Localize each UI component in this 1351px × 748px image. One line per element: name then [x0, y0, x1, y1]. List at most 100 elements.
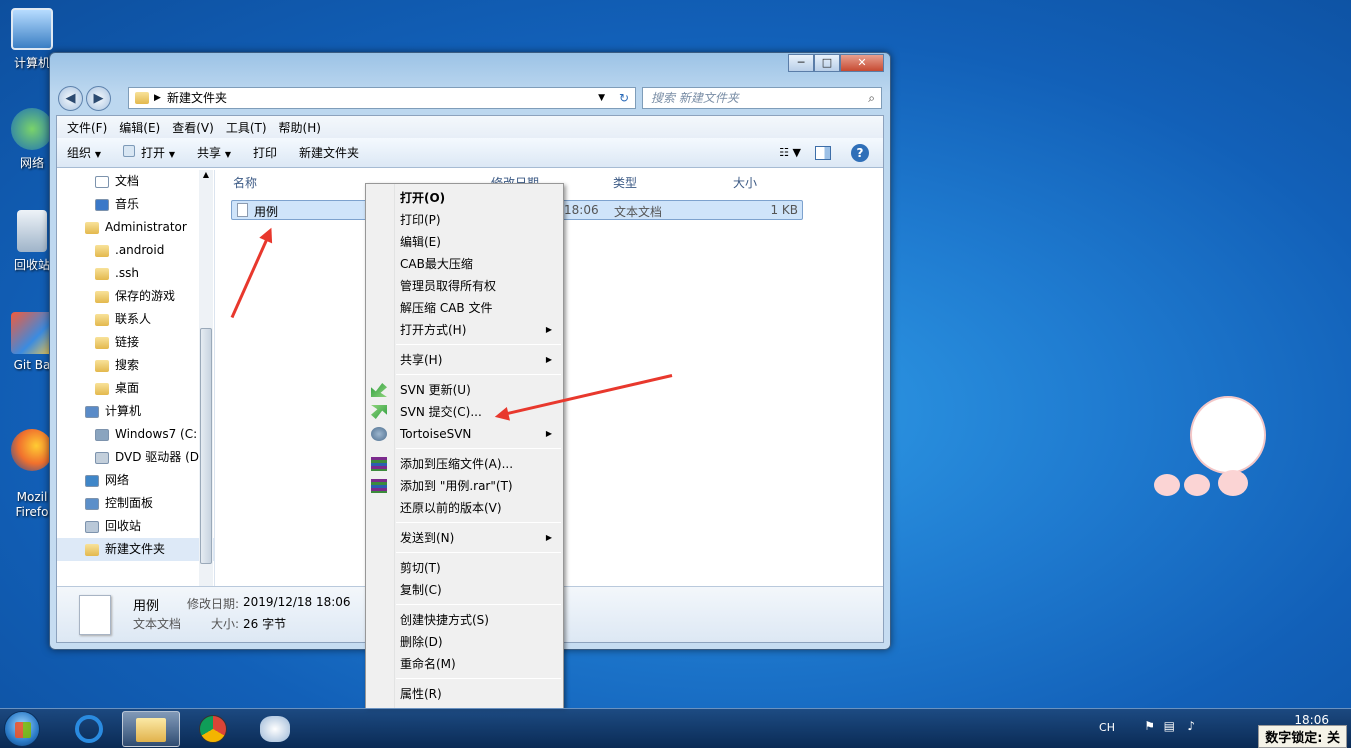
numlock-indicator: 数字锁定: 关 — [1258, 725, 1347, 748]
nav-item[interactable]: 计算机 — [57, 400, 214, 423]
print-button[interactable]: 打印 — [253, 144, 277, 161]
ime-indicator[interactable]: CH — [1099, 721, 1115, 734]
context-menu-item[interactable]: 复制(C) — [400, 579, 560, 601]
context-menu-item[interactable]: 发送到(N) ▶ — [400, 527, 560, 549]
nav-item[interactable]: .android — [57, 239, 214, 262]
nav-item[interactable]: 桌面 — [57, 377, 214, 400]
nav-item[interactable]: 链接 — [57, 331, 214, 354]
nav-item[interactable]: 音乐 — [57, 193, 214, 216]
nav-item[interactable]: 保存的游戏 — [57, 285, 214, 308]
search-placeholder: 搜索 新建文件夹 — [651, 91, 739, 105]
search-icon[interactable]: ⌕ — [868, 88, 875, 108]
tortoisesvn-icon — [371, 427, 387, 441]
tray-volume-icon[interactable]: ♪ — [1187, 719, 1195, 733]
context-menu-item[interactable]: SVN 更新(U) — [400, 379, 560, 401]
address-bar[interactable]: ▶ 新建文件夹 ▼ ↻ — [128, 87, 636, 109]
view-options-icon[interactable]: ☷ ▼ — [779, 146, 801, 159]
command-bar: 组织 ▼ 打开 ▼ 共享 ▼ 打印 新建文件夹 ☷ ▼ ? — [57, 138, 883, 168]
context-menu-item[interactable]: 编辑(E) — [400, 231, 560, 253]
help-icon[interactable]: ? — [851, 143, 869, 162]
nav-item[interactable]: DVD 驱动器 (D — [57, 446, 214, 469]
menu-edit[interactable]: 编辑(E) — [113, 119, 166, 136]
menu-separator — [396, 374, 561, 375]
taskbar-app-button[interactable] — [246, 711, 304, 747]
preview-pane-icon[interactable] — [815, 145, 831, 160]
share-label: 共享 — [197, 146, 222, 160]
nav-item-label: Windows7 (C: — [115, 427, 198, 441]
new-folder-button[interactable]: 新建文件夹 — [299, 144, 359, 161]
menu-item-label: 创建快捷方式(S) — [400, 613, 489, 627]
git-bash-icon — [11, 312, 53, 354]
nav-item-label: 桌面 — [115, 381, 140, 395]
context-menu-item[interactable]: 添加到压缩文件(A)... — [400, 453, 560, 475]
refresh-icon[interactable]: ↻ — [619, 88, 629, 108]
menu-view[interactable]: 查看(V) — [166, 119, 220, 136]
chevron-down-icon: ▼ — [94, 150, 101, 159]
menu-item-label: 编辑(E) — [400, 235, 441, 249]
text-file-icon — [237, 203, 248, 217]
nav-item[interactable]: 回收站 — [57, 515, 214, 538]
nav-item[interactable]: 网络 — [57, 469, 214, 492]
context-menu-item[interactable]: 重命名(M) — [400, 653, 560, 675]
share-button[interactable]: 共享 ▼ — [197, 144, 231, 161]
context-menu-item[interactable]: 打开方式(H) ▶ — [400, 319, 560, 341]
column-size[interactable]: 大小 — [733, 174, 757, 191]
context-menu-item[interactable]: 删除(D) — [400, 631, 560, 653]
forward-button[interactable]: ▶ — [86, 86, 111, 111]
back-button[interactable]: ◀ — [58, 86, 83, 111]
nav-item[interactable]: 文档 — [57, 170, 214, 193]
context-menu-item[interactable]: 剪切(T) — [400, 557, 560, 579]
context-menu-item[interactable]: 管理员取得所有权 — [400, 275, 560, 297]
context-menu-item[interactable]: 添加到 "用例.rar"(T) — [400, 475, 560, 497]
desktop-icon-label: Mozil Firefo — [15, 490, 49, 519]
nav-item[interactable]: 联系人 — [57, 308, 214, 331]
tray-flag-icon[interactable]: ⚑ — [1144, 719, 1155, 733]
address-dropdown-icon[interactable]: ▼ — [598, 88, 605, 108]
taskbar-explorer-button[interactable] — [122, 711, 180, 747]
menu-help[interactable]: 帮助(H) — [273, 119, 327, 136]
document-large-icon — [79, 595, 111, 635]
nav-item[interactable]: .ssh — [57, 262, 214, 285]
context-menu-item[interactable]: 打印(P) — [400, 209, 560, 231]
search-input[interactable]: 搜索 新建文件夹 ⌕ — [642, 87, 882, 109]
pig-icon — [1154, 474, 1180, 496]
context-menu-item[interactable]: 还原以前的版本(V) — [400, 497, 560, 519]
nav-item[interactable]: 控制面板 — [57, 492, 214, 515]
organize-button[interactable]: 组织 ▼ — [67, 144, 101, 161]
column-name[interactable]: 名称 — [233, 174, 257, 191]
menu-tools[interactable]: 工具(T) — [220, 119, 273, 136]
open-button[interactable]: 打开 ▼ — [123, 144, 175, 161]
context-menu-item[interactable]: TortoiseSVN ▶ — [400, 423, 560, 445]
close-button[interactable]: ✕ — [840, 54, 884, 72]
minimize-button[interactable]: ─ — [788, 54, 814, 72]
scroll-thumb[interactable] — [200, 328, 212, 564]
nav-item[interactable]: 新建文件夹 — [57, 538, 214, 561]
taskbar-chrome-button[interactable] — [184, 711, 242, 747]
details-modified-value: 2019/12/18 18:06 — [243, 595, 351, 609]
start-button[interactable] — [4, 711, 40, 747]
nav-item-label: Administrator — [105, 220, 187, 234]
menu-separator — [396, 522, 561, 523]
maximize-button[interactable]: □ — [814, 54, 840, 72]
menu-item-label: 管理员取得所有权 — [400, 279, 497, 293]
scroll-up-arrow[interactable]: ▲ — [199, 170, 213, 184]
winrar-icon — [371, 479, 387, 493]
menu-item-label: 解压缩 CAB 文件 — [400, 301, 493, 315]
nav-item[interactable]: 搜索 — [57, 354, 214, 377]
navigation-scrollbar[interactable]: ▲ ▼ — [199, 170, 213, 598]
context-menu-item[interactable]: 属性(R) — [400, 683, 560, 705]
menu-file[interactable]: 文件(F) — [61, 119, 113, 136]
context-menu-item[interactable]: 打开(O) — [400, 187, 560, 209]
folder-icon — [95, 313, 109, 326]
context-menu-item[interactable]: 创建快捷方式(S) — [400, 609, 560, 631]
context-menu-item[interactable]: 解压缩 CAB 文件 — [400, 297, 560, 319]
context-menu-item[interactable]: 共享(H) ▶ — [400, 349, 560, 371]
taskbar-ie-button[interactable] — [60, 711, 118, 747]
nav-item[interactable]: Administrator — [57, 216, 214, 239]
nav-item[interactable]: Windows7 (C: — [57, 423, 214, 446]
folder-icon — [136, 718, 166, 742]
tray-network-icon[interactable]: ▤ — [1164, 719, 1175, 733]
open-label: 打开 — [141, 146, 166, 160]
column-type[interactable]: 类型 — [613, 174, 637, 191]
context-menu-item[interactable]: CAB最大压缩 — [400, 253, 560, 275]
